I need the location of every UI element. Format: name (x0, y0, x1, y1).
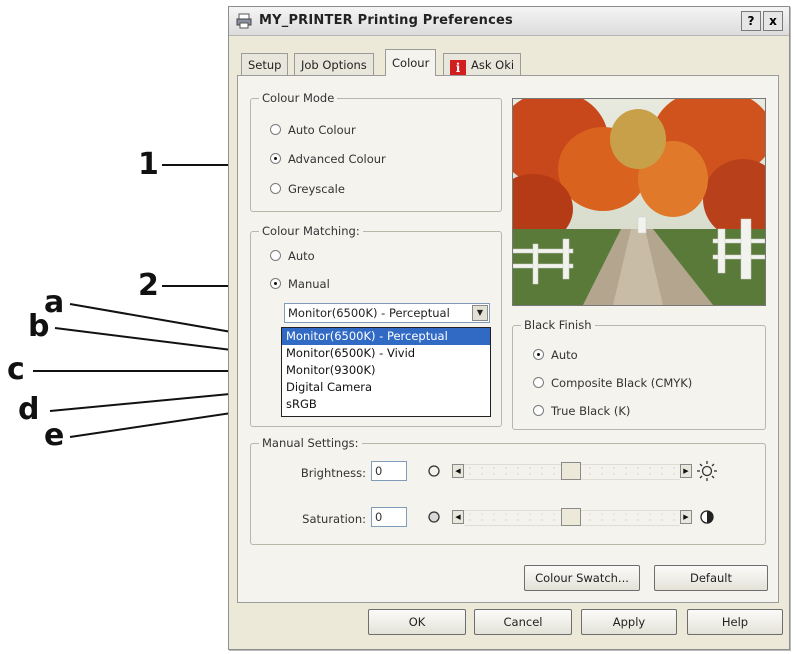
callout-d: d (18, 392, 40, 427)
brightness-right-arrow[interactable]: ▶ (680, 464, 692, 478)
sun-icon (697, 461, 717, 481)
brightness-input[interactable]: 0 (371, 461, 407, 481)
default-button[interactable]: Default (654, 565, 768, 591)
dropdown-item-digital-camera[interactable]: Digital Camera (282, 379, 490, 396)
radio-button[interactable] (270, 250, 281, 261)
saturation-slider-thumb[interactable] (561, 508, 581, 526)
dropdown-item-monitor-6500k-perceptual[interactable]: Monitor(6500K) - Perceptual (282, 328, 490, 345)
help-button[interactable]: Help (687, 609, 783, 635)
colour-mode-title: Colour Mode (259, 91, 338, 105)
low-saturation-icon (428, 511, 440, 523)
help-title-button[interactable]: ? (741, 11, 761, 31)
radio-button[interactable] (533, 405, 544, 416)
tab-ask-oki-label: Ask Oki (471, 58, 515, 72)
colour-matching-title: Colour Matching: (259, 224, 363, 238)
colour-matching-dropdown-list: Monitor(6500K) - Perceptual Monitor(6500… (281, 327, 491, 417)
brightness-slider-thumb[interactable] (561, 462, 581, 480)
callout-b: b (28, 309, 50, 344)
high-saturation-icon (700, 510, 714, 524)
manual-settings-group: Manual Settings: (250, 436, 766, 545)
manual-settings-title: Manual Settings: (259, 436, 362, 450)
callout-e: e (44, 418, 65, 453)
cancel-button[interactable]: Cancel (474, 609, 572, 635)
dropdown-item-monitor-9300k[interactable]: Monitor(9300K) (282, 362, 490, 379)
window-title: MY_PRINTER Printing Preferences (259, 13, 513, 28)
radio-button-selected[interactable] (270, 153, 281, 164)
brightness-label: Brightness: (300, 466, 366, 480)
colour-matching-select[interactable]: Monitor(6500K) - Perceptual ▼ (284, 303, 490, 323)
title-bar[interactable]: MY_PRINTER Printing Preferences ? x (229, 7, 789, 36)
chevron-down-icon[interactable]: ▼ (472, 305, 488, 321)
radio-button[interactable] (270, 183, 281, 194)
saturation-input[interactable]: 0 (371, 507, 407, 527)
callout-2: 2 (138, 268, 159, 303)
radio-button[interactable] (533, 377, 544, 388)
tab-ask-oki[interactable]: i Ask Oki (443, 53, 522, 76)
tab-setup[interactable]: Setup (241, 53, 289, 75)
printer-icon (236, 13, 252, 29)
saturation-label: Saturation: (302, 512, 366, 526)
close-title-button[interactable]: x (763, 11, 783, 31)
brightness-left-arrow[interactable]: ◀ (452, 464, 464, 478)
radio-button-selected[interactable] (270, 278, 281, 289)
callout-1: 1 (138, 147, 159, 182)
callout-c: c (7, 352, 25, 387)
tab-job-options[interactable]: Job Options (294, 53, 374, 75)
ok-button[interactable]: OK (368, 609, 466, 635)
dim-circle-icon (428, 465, 440, 477)
dropdown-item-srgb[interactable]: sRGB (282, 396, 490, 413)
select-value: Monitor(6500K) - Perceptual (288, 306, 450, 320)
colour-swatch-button[interactable]: Colour Swatch... (524, 565, 640, 591)
colour-preview-image (512, 98, 766, 306)
tab-colour[interactable]: Colour (385, 49, 437, 76)
saturation-left-arrow[interactable]: ◀ (452, 510, 464, 524)
radio-button-selected[interactable] (533, 349, 544, 360)
black-finish-title: Black Finish (521, 318, 595, 332)
radio-button[interactable] (270, 124, 281, 135)
info-icon: i (450, 60, 466, 76)
dropdown-item-monitor-6500k-vivid[interactable]: Monitor(6500K) - Vivid (282, 345, 490, 362)
apply-button[interactable]: Apply (581, 609, 677, 635)
saturation-right-arrow[interactable]: ▶ (680, 510, 692, 524)
